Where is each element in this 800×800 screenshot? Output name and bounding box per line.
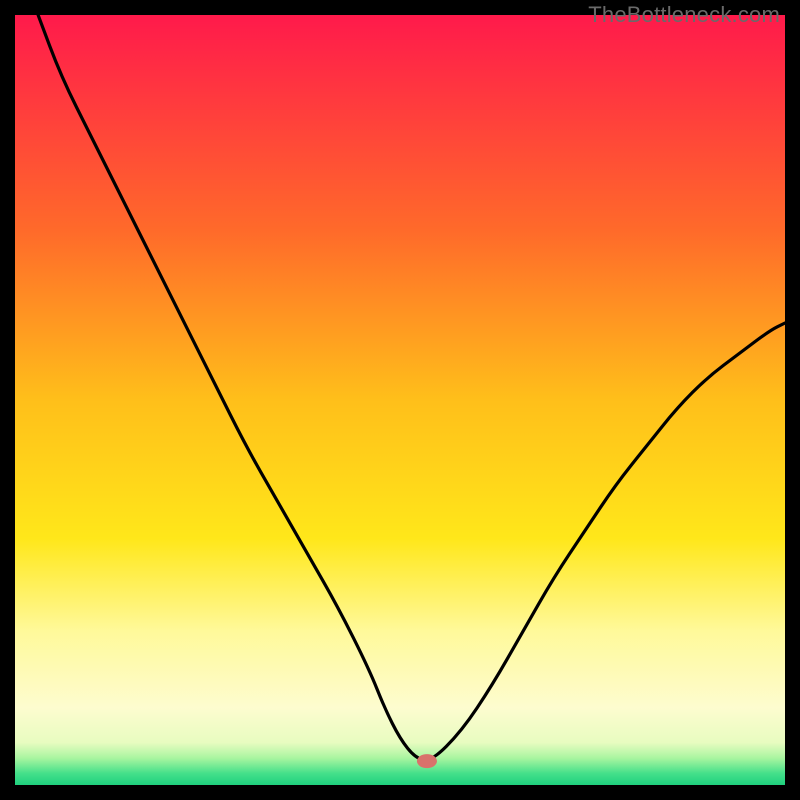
- watermark-text: TheBottleneck.com: [588, 2, 780, 28]
- chart-frame: [15, 15, 785, 785]
- optimal-point-marker: [417, 754, 437, 768]
- bottleneck-chart: [15, 15, 785, 785]
- gradient-background: [15, 15, 785, 785]
